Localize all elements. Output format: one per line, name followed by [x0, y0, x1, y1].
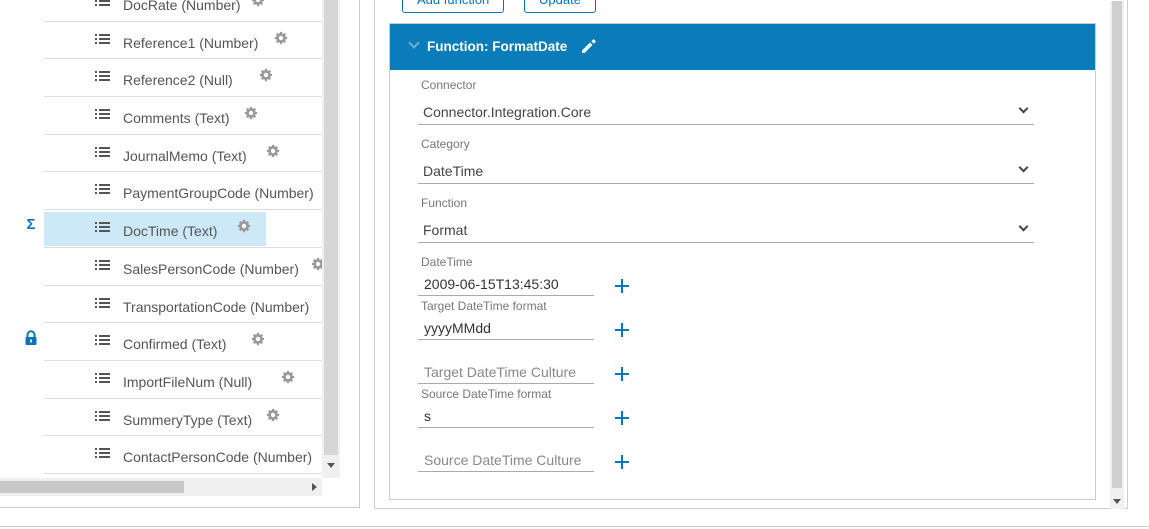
- field-row[interactable]: DocRate (Number): [44, 0, 322, 22]
- gear-icon[interactable]: [251, 0, 265, 7]
- field-row[interactable]: DocTime (Text): [44, 210, 322, 248]
- horizontal-scrollbar-thumb[interactable]: [0, 481, 184, 493]
- field-row[interactable]: Reference2 (Null): [44, 59, 322, 98]
- horizontal-scrollbar[interactable]: [0, 478, 322, 496]
- list-icon: [95, 109, 110, 120]
- field-label: DocRate (Number): [123, 0, 241, 13]
- source-format-label: Source DateTime format: [421, 387, 552, 401]
- field-row[interactable]: SalesPersonCode (Number): [44, 248, 322, 286]
- vertical-scrollbar[interactable]: [322, 0, 340, 478]
- function-header[interactable]: Function: FormatDate: [390, 24, 1095, 70]
- sigma-icon[interactable]: Σ: [24, 216, 38, 233]
- list-icon: [95, 222, 110, 233]
- right-vertical-scrollbar[interactable]: [1110, 1, 1124, 509]
- field-label: DocTime (Text): [123, 223, 218, 240]
- list-icon: [95, 448, 110, 459]
- add-target-format-plus-icon[interactable]: [615, 323, 629, 337]
- field-label: ContactPersonCode (Number): [123, 449, 313, 466]
- gear-icon[interactable]: [244, 106, 258, 120]
- scroll-down-arrow-icon[interactable]: [1113, 499, 1121, 504]
- field-label: Reference2 (Null): [123, 72, 233, 89]
- chevron-down-icon: [1018, 162, 1029, 173]
- list-icon: [95, 0, 110, 6]
- target-culture-input[interactable]: [418, 360, 594, 384]
- gear-icon[interactable]: [311, 257, 322, 271]
- datetime-input[interactable]: [418, 272, 594, 296]
- lock-icon[interactable]: [24, 330, 38, 350]
- function-editor-panel: Add function Update Function: FormatDate…: [374, 0, 1128, 509]
- add-source-format-plus-icon[interactable]: [615, 411, 629, 425]
- list-icon: [95, 410, 110, 421]
- update-button[interactable]: Update: [524, 0, 596, 13]
- add-target-culture-plus-icon[interactable]: [615, 367, 629, 381]
- function-title: Function: FormatDate: [427, 39, 568, 54]
- field-label: Confirmed (Text): [123, 336, 227, 353]
- gear-icon[interactable]: [259, 68, 273, 82]
- datetime-label: DateTime: [421, 255, 473, 269]
- function-select[interactable]: Format: [418, 214, 1034, 243]
- list-icon: [95, 184, 110, 195]
- field-label: TransportationCode (Number): [123, 298, 310, 315]
- target-format-label: Target DateTime format: [421, 299, 547, 313]
- field-label: ImportFileNum (Null): [123, 373, 253, 390]
- bottom-divider: [0, 526, 1149, 527]
- category-select[interactable]: DateTime: [418, 155, 1034, 184]
- field-row[interactable]: Comments (Text): [44, 97, 322, 135]
- chevron-down-icon[interactable]: [408, 37, 420, 49]
- category-value: DateTime: [423, 163, 484, 179]
- field-row[interactable]: Reference1 (Number): [44, 22, 322, 60]
- scroll-down-arrow-icon[interactable]: [327, 463, 335, 468]
- add-function-button[interactable]: Add function: [402, 0, 505, 13]
- connector-select[interactable]: Connector.Integration.Core: [418, 96, 1034, 125]
- list-icon: [95, 372, 110, 383]
- field-list: DocRate (Number) Reference1 (Number) Refer…: [44, 0, 322, 478]
- field-label: JournalMemo (Text): [123, 147, 247, 164]
- function-value: Format: [423, 222, 468, 238]
- field-row[interactable]: SummeryType (Text): [44, 399, 322, 437]
- field-row[interactable]: ImportFileNum (Null): [44, 361, 322, 399]
- row-indicator-gutter: Σ: [0, 0, 44, 478]
- gear-icon[interactable]: [251, 332, 265, 346]
- category-label: Category: [421, 137, 470, 151]
- field-row[interactable]: TransportationCode (Number): [44, 286, 322, 324]
- source-format-input[interactable]: [418, 404, 594, 428]
- chevron-down-icon: [1018, 103, 1029, 114]
- gear-icon[interactable]: [281, 370, 295, 384]
- connector-value: Connector.Integration.Core: [423, 104, 592, 120]
- source-culture-input[interactable]: [418, 448, 594, 472]
- list-icon: [95, 335, 110, 346]
- add-datetime-plus-icon[interactable]: [615, 279, 629, 293]
- field-label: Reference1 (Number): [123, 34, 259, 51]
- gear-icon[interactable]: [266, 144, 280, 158]
- field-row[interactable]: ContactPersonCode (Number): [44, 436, 322, 474]
- list-icon: [95, 71, 110, 82]
- scroll-right-arrow-icon[interactable]: [312, 483, 317, 491]
- field-row[interactable]: PaymentGroupCode (Number): [44, 172, 322, 211]
- function-label: Function: [421, 196, 468, 210]
- list-icon: [95, 33, 110, 44]
- field-label: SalesPersonCode (Number): [123, 260, 299, 277]
- target-format-input[interactable]: [418, 316, 594, 340]
- gear-icon[interactable]: [274, 31, 288, 45]
- field-label: Comments (Text): [123, 110, 230, 127]
- gear-icon[interactable]: [266, 408, 280, 422]
- function-card: Function: FormatDate Connector Connector…: [389, 23, 1096, 500]
- vertical-scrollbar-thumb[interactable]: [324, 0, 338, 455]
- add-source-culture-plus-icon[interactable]: [615, 455, 629, 469]
- list-icon: [95, 297, 110, 308]
- field-label: SummeryType (Text): [123, 411, 253, 428]
- chevron-down-icon: [1018, 221, 1029, 232]
- field-list-panel: Σ DocRate (Number) Reference1 (Number) Ref…: [0, 0, 360, 508]
- connector-label: Connector: [421, 78, 477, 92]
- right-scrollbar-thumb[interactable]: [1112, 1, 1122, 488]
- list-icon: [95, 146, 110, 157]
- field-label: PaymentGroupCode (Number): [123, 185, 314, 202]
- field-row[interactable]: JournalMemo (Text): [44, 135, 322, 173]
- list-icon: [95, 259, 110, 270]
- field-row[interactable]: Confirmed (Text): [44, 323, 322, 361]
- pencil-edit-icon[interactable]: [579, 36, 599, 56]
- gear-icon[interactable]: [237, 219, 251, 233]
